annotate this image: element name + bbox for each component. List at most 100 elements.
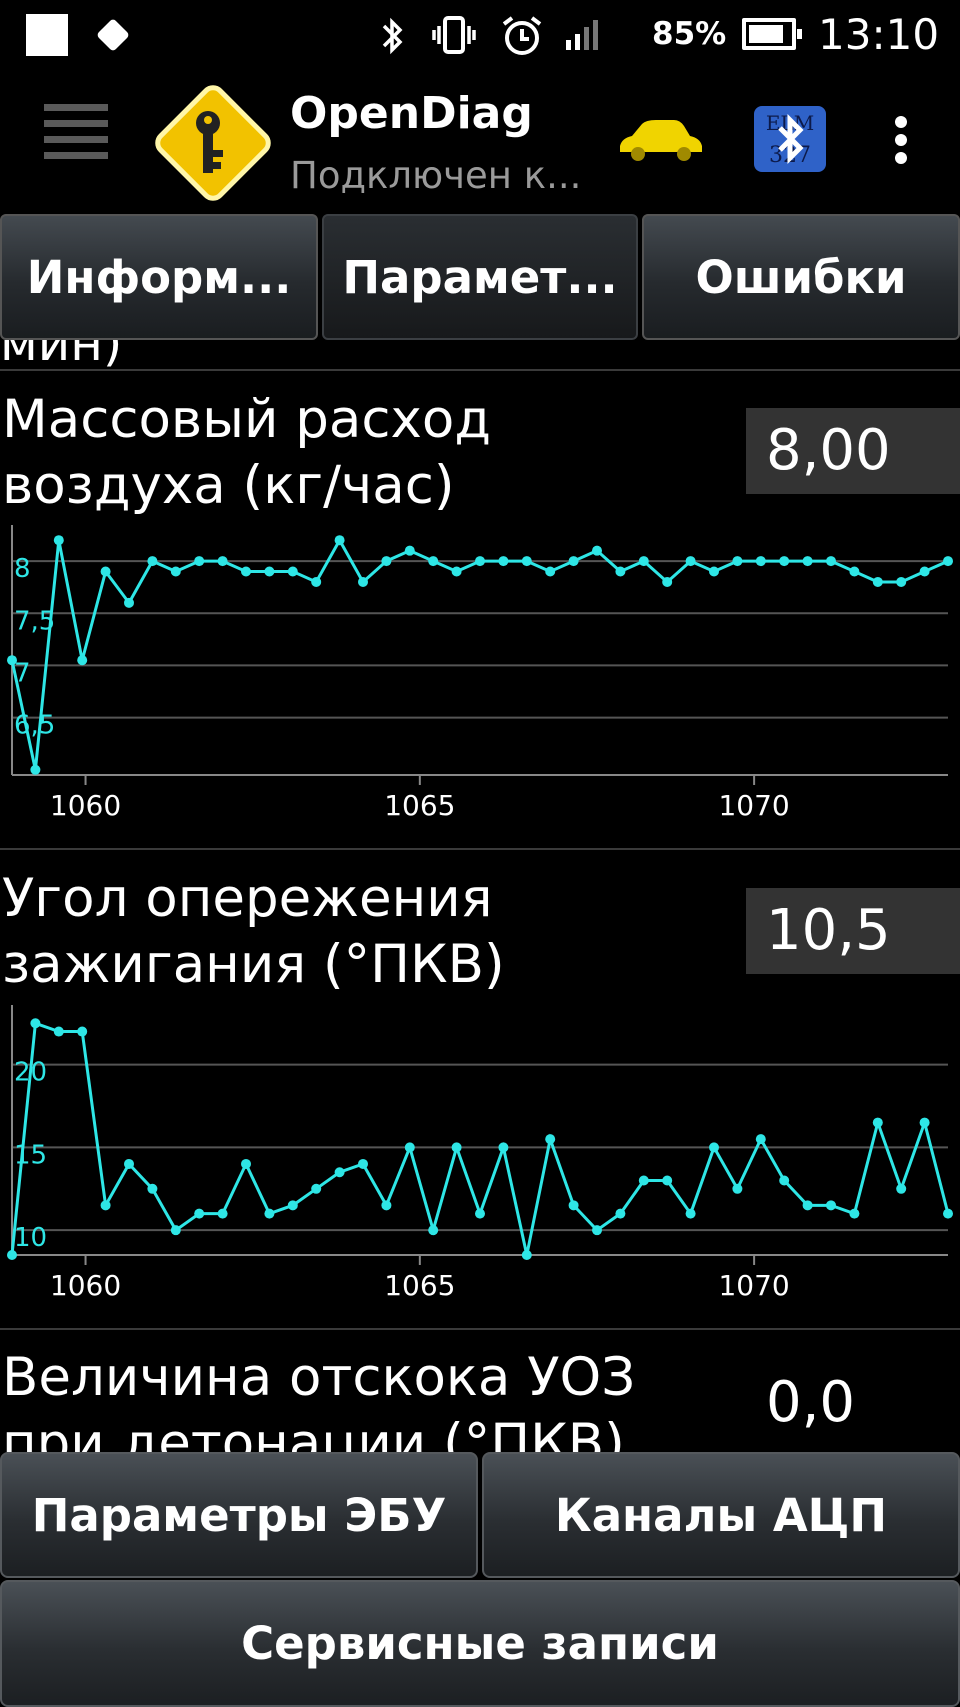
data-point: [943, 1208, 953, 1219]
x-tick-label: 1065: [384, 1269, 455, 1302]
data-point: [358, 576, 368, 587]
series-line: [10, 1021, 950, 1256]
bluetooth-elm327-icon[interactable]: ELM 327: [754, 106, 826, 172]
data-point: [709, 566, 719, 577]
y-tick-label: 6,5: [14, 711, 55, 741]
data-point: [334, 535, 345, 546]
data-point: [545, 1134, 556, 1145]
parameters-list[interactable]: мин) Массовый расход воздуха (кг/час) 8,…: [0, 340, 960, 1452]
data-point: [896, 1183, 907, 1194]
data-point: [709, 1142, 719, 1153]
param-name-line: воздуха (кг/час): [2, 455, 455, 516]
divider: [0, 1328, 960, 1330]
bluetooth-icon: [382, 17, 403, 55]
data-point: [241, 1158, 251, 1169]
data-point: [100, 566, 111, 577]
data-point: [311, 576, 322, 587]
data-point: [475, 1208, 485, 1219]
data-point: [194, 1208, 205, 1219]
data-point: [170, 1225, 181, 1236]
clock: 13:10: [818, 10, 940, 59]
y-tick-label: 10: [14, 1223, 47, 1253]
data-point: [592, 545, 602, 556]
app-bar: OpenDiag Подключен к... ELM 327: [0, 72, 960, 210]
app-title: OpenDiag: [290, 88, 533, 139]
data-point: [475, 556, 485, 567]
data-point: [615, 566, 626, 577]
data-point: [7, 655, 17, 666]
data-point: [638, 1175, 649, 1186]
previous-param-tail: мин): [0, 340, 123, 372]
data-point: [802, 1200, 813, 1211]
notification-diamond-icon: [97, 19, 129, 51]
data-point: [264, 1208, 275, 1219]
adc-channels-button[interactable]: Каналы АЦП: [482, 1452, 960, 1578]
data-point: [77, 1026, 88, 1037]
data-point: [521, 556, 532, 567]
data-point: [779, 556, 790, 567]
tab-parameters[interactable]: Парамет...: [322, 214, 638, 340]
param-value: 0,0: [766, 1370, 856, 1435]
data-point: [732, 1183, 743, 1194]
param-name-line: Угол опережения: [2, 868, 493, 929]
data-point: [170, 566, 181, 577]
data-point: [124, 597, 134, 608]
data-point: [428, 556, 439, 567]
data-point: [311, 1183, 322, 1194]
menu-icon[interactable]: [44, 104, 108, 174]
data-point: [30, 764, 41, 775]
data-point: [404, 545, 415, 556]
data-point: [30, 1018, 41, 1029]
data-point: [755, 1134, 766, 1145]
data-point: [568, 556, 579, 567]
car-icon[interactable]: [616, 116, 706, 164]
data-point: [451, 566, 462, 577]
param-value: 10,5: [746, 888, 960, 974]
service-records-button[interactable]: Сервисные записи: [0, 1580, 960, 1707]
y-tick-label: 8: [14, 554, 31, 584]
data-point: [241, 566, 251, 577]
series-line: [10, 537, 949, 771]
data-point: [358, 1158, 368, 1169]
data-point: [147, 1183, 158, 1194]
data-point: [217, 1208, 228, 1219]
data-point: [615, 1208, 626, 1219]
x-tick-label: 1070: [718, 789, 789, 822]
data-point: [217, 556, 228, 567]
data-point: [77, 655, 88, 666]
data-point: [428, 1225, 439, 1236]
data-point: [334, 1167, 345, 1178]
data-point: [124, 1158, 134, 1169]
tab-info[interactable]: Информ...: [0, 214, 318, 340]
data-point: [662, 1175, 673, 1186]
param-name: Массовый расход воздуха (кг/час): [2, 387, 682, 519]
param-name: Угол опережения зажигания (°ПКВ): [2, 866, 682, 998]
data-point: [919, 1117, 930, 1128]
ecu-params-button[interactable]: Параметры ЭБУ: [0, 1452, 478, 1578]
data-point: [755, 556, 766, 567]
data-point: [545, 566, 556, 577]
data-point: [826, 556, 836, 567]
data-point: [287, 1200, 298, 1211]
connection-status: Подключен к...: [290, 154, 582, 197]
param-name-line: зажигания (°ПКВ): [2, 934, 505, 995]
data-point: [802, 556, 813, 567]
param-name: Величина отскока УОЗ при детонации (°ПКВ…: [2, 1345, 682, 1452]
data-point: [872, 576, 883, 587]
overflow-menu-icon[interactable]: [892, 116, 910, 166]
data-point: [287, 566, 298, 577]
data-point: [498, 1142, 509, 1153]
data-point: [53, 535, 64, 546]
battery-icon: [742, 18, 802, 50]
data-point: [100, 1200, 111, 1211]
data-point: [592, 1225, 602, 1236]
tab-errors[interactable]: Ошибки: [642, 214, 960, 340]
x-tick-label: 1060: [50, 1269, 121, 1302]
param-value: 8,00: [746, 408, 960, 494]
data-point: [849, 1208, 860, 1219]
data-point: [638, 556, 649, 567]
data-point: [404, 1142, 415, 1153]
param-name-line: Массовый расход: [2, 389, 491, 450]
battery-percent: 85%: [652, 16, 727, 52]
data-point: [943, 556, 953, 567]
